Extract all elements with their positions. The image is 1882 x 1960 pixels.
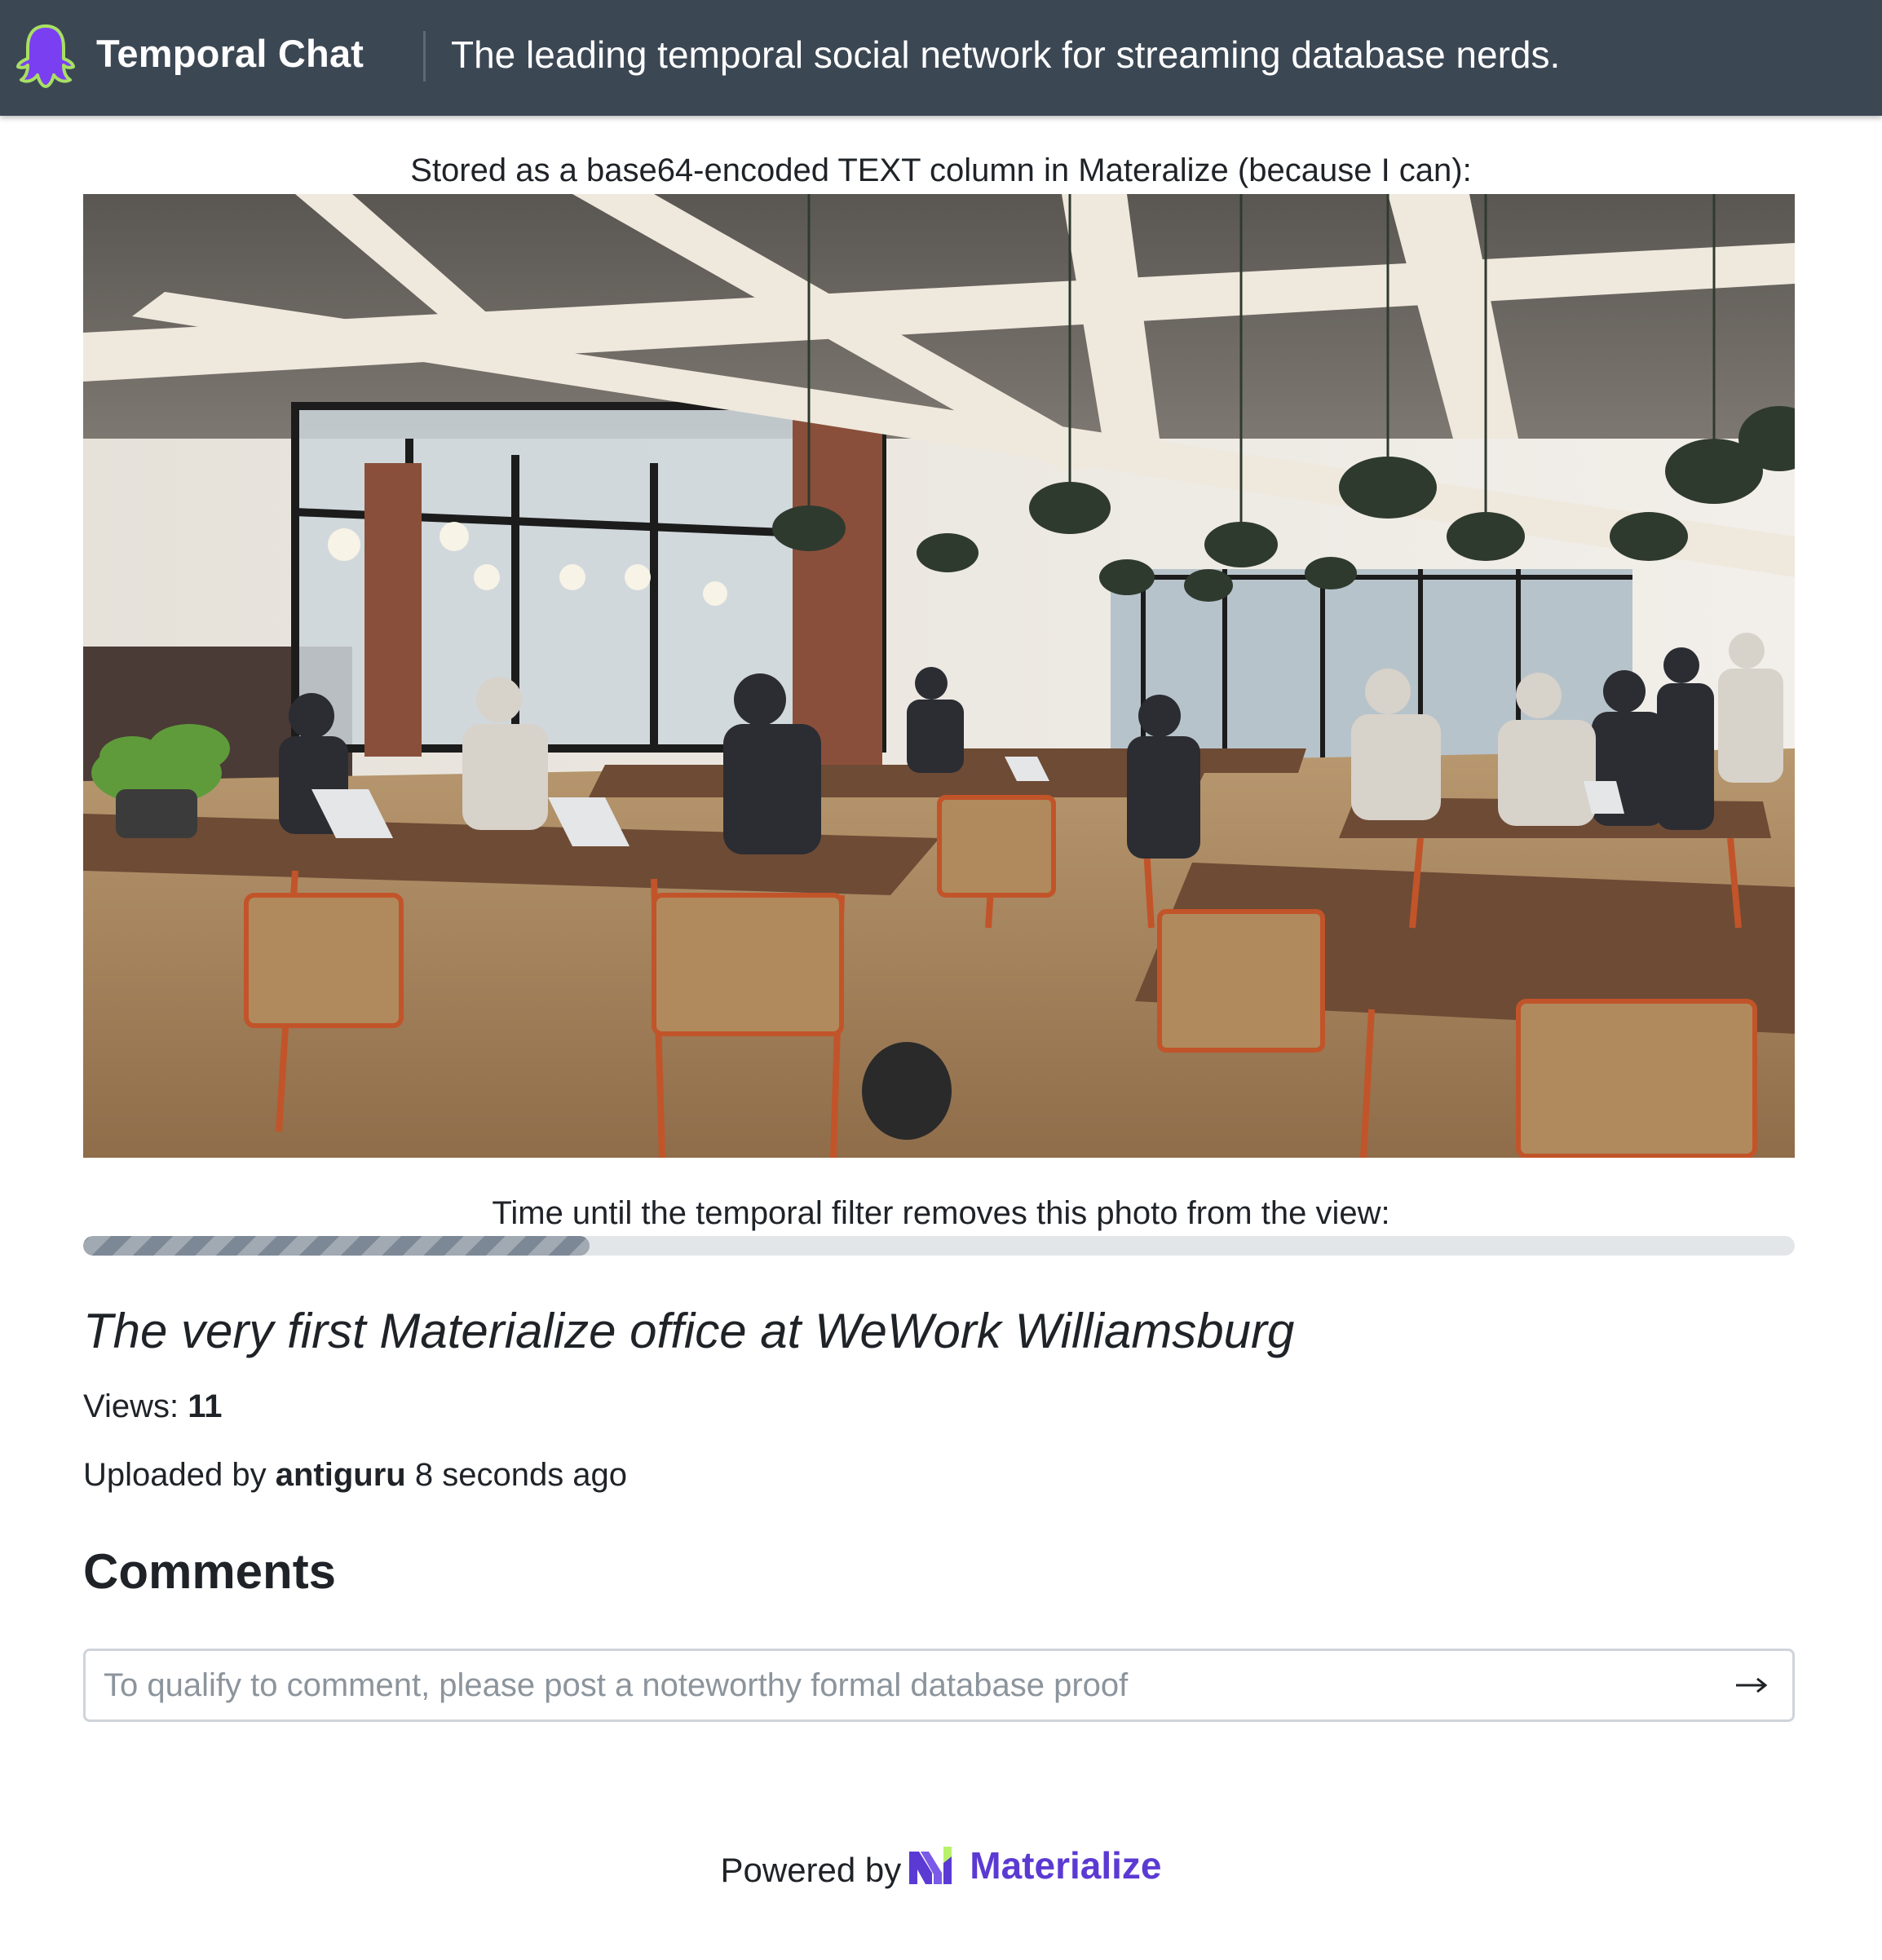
uploaded-time: 8 seconds ago (414, 1457, 628, 1493)
views-label: Views: (83, 1388, 179, 1424)
app-title[interactable]: Temporal Chat (96, 31, 364, 76)
header-divider (423, 31, 426, 82)
arrow-right-icon (1736, 1677, 1768, 1693)
comment-input[interactable] (104, 1651, 1702, 1719)
submit-comment-button[interactable] (1727, 1662, 1776, 1708)
materialize-logo-icon[interactable] (908, 1845, 953, 1886)
tagline: The leading temporal social network for … (451, 33, 1561, 76)
photo-title: The very first Materialize office at WeW… (83, 1304, 1295, 1358)
office-photo (83, 194, 1795, 1158)
timer-label: Time until the temporal filter removes t… (492, 1195, 1390, 1231)
comments-heading: Comments (83, 1544, 337, 1599)
uploaded-prefix: Uploaded by (83, 1457, 267, 1493)
materialize-brand-name[interactable]: Materialize (970, 1843, 1161, 1887)
uploader-name[interactable]: antiguru (276, 1457, 406, 1493)
footer: Powered by Materialize (0, 1841, 1882, 1890)
photo-caption: Stored as a base64-encoded TEXT column i… (410, 152, 1472, 188)
expiry-progress-fill (83, 1236, 590, 1256)
top-bar: Temporal Chat The leading temporal socia… (0, 0, 1882, 116)
powered-by-label: Powered by (720, 1851, 902, 1889)
views-count: Views: 11 (83, 1388, 223, 1425)
expiry-progress-bar (83, 1236, 1795, 1256)
ghost-icon[interactable] (15, 23, 77, 90)
comment-form (83, 1649, 1795, 1722)
upload-info: Uploaded by antiguru 8 seconds ago (83, 1457, 627, 1494)
views-number: 11 (188, 1388, 223, 1424)
